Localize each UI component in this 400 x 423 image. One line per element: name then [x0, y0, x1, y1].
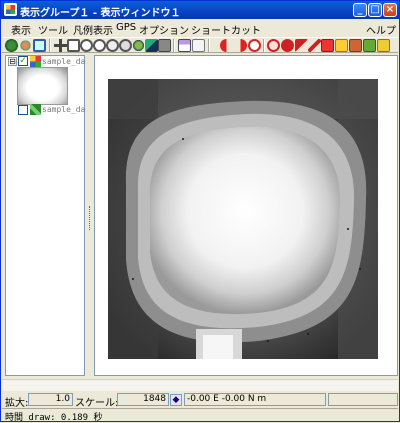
scale-label: スケール: [75, 398, 119, 409]
layer1-thumbnail [17, 67, 68, 105]
menu-shortcuts[interactable]: ショートカット [191, 22, 261, 37]
back-icon[interactable] [220, 39, 233, 52]
pan-icon[interactable] [54, 39, 67, 52]
layer1-visibility-checkbox[interactable]: ✓ [18, 56, 28, 66]
export-icon[interactable] [349, 39, 362, 52]
print-icon[interactable] [321, 39, 334, 52]
pointer-icon[interactable] [295, 39, 308, 52]
zoom-in-icon[interactable] [80, 39, 93, 52]
scale-lock-icon[interactable]: ◆ [170, 394, 182, 406]
stop-icon[interactable] [248, 39, 261, 52]
splitter-grip[interactable] [89, 206, 91, 230]
scale-field[interactable]: 1848 [117, 393, 169, 406]
menu-options[interactable]: オプション [139, 22, 189, 37]
toolbar-separator [173, 39, 175, 52]
tools-icon[interactable] [363, 39, 376, 52]
save-icon[interactable] [335, 39, 348, 52]
raster-graphic [108, 79, 378, 359]
maximize-button[interactable]: □ [368, 3, 382, 17]
menu-help[interactable]: ヘルプ [366, 22, 396, 37]
zoom-prev-icon[interactable] [119, 39, 132, 52]
raster-image[interactable] [108, 79, 378, 359]
draw-status-bar: 時間 draw: 0.189 秒 [2, 408, 398, 423]
menu-view[interactable]: 表示 [11, 22, 31, 37]
target-icon[interactable] [281, 39, 294, 52]
zoom-field[interactable]: 1.0 [28, 393, 73, 406]
toolbar-separator [263, 39, 265, 52]
layer2-visibility-checkbox[interactable]: ✓ [18, 105, 28, 115]
menu-tools[interactable]: ツール [38, 22, 68, 37]
edit-icon[interactable] [308, 39, 321, 52]
settings-icon[interactable] [377, 39, 390, 52]
zoom-box-icon[interactable] [33, 39, 46, 52]
zoom-layer-icon[interactable] [106, 39, 119, 52]
legend-panel: ⊟ ✓ sample_da ✓ sample_da [5, 55, 85, 376]
horizontal-scrollbar[interactable] [2, 379, 398, 391]
measure-icon[interactable] [158, 39, 171, 52]
title-bar[interactable]: 表示グループ１ - 表示ウィンドウ１ _ □ × [1, 1, 399, 19]
zoom-label: 拡大: [5, 398, 29, 409]
toolbar-separator [49, 39, 51, 52]
zoom-out-icon[interactable] [93, 39, 106, 52]
close-button[interactable]: × [383, 3, 397, 17]
home-icon[interactable] [5, 39, 18, 52]
app-window: 表示グループ１ - 表示ウィンドウ１ _ □ × 表示 ツール 凡例表示 GPS… [0, 0, 400, 423]
layer-select-icon[interactable] [178, 39, 191, 52]
app-icon [4, 3, 17, 16]
locate-icon[interactable] [132, 39, 145, 52]
toolbar-separator [208, 39, 210, 52]
menu-bar: 表示 ツール 凡例表示 GPS オプション ショートカット ヘルプ [2, 20, 398, 37]
window-title: 表示グループ１ - 表示ウィンドウ１ [20, 8, 181, 19]
layer2-label[interactable]: sample_da [42, 105, 85, 114]
raster-layer-icon [30, 56, 41, 67]
draw-time-text: 時間 draw: 0.189 秒 [5, 413, 103, 423]
menu-legend[interactable]: 凡例表示 [73, 22, 113, 37]
zoom-full-icon[interactable] [67, 39, 80, 52]
refresh-icon[interactable] [19, 39, 32, 52]
group-collapse-toggle[interactable]: ⊟ [8, 57, 17, 66]
terrain-layer-icon [30, 104, 41, 115]
info-icon[interactable] [192, 39, 205, 52]
status-panel [328, 393, 398, 406]
toolbar [2, 37, 398, 53]
forward-icon[interactable] [234, 39, 247, 52]
search-icon[interactable] [267, 39, 280, 52]
coordinate-readout: -0.00 E -0.00 N m [184, 393, 326, 406]
menu-gps[interactable]: GPS [116, 22, 136, 33]
select-icon[interactable] [145, 39, 158, 52]
layer1-label[interactable]: sample_da [42, 57, 85, 66]
minimize-button[interactable]: _ [353, 3, 367, 17]
